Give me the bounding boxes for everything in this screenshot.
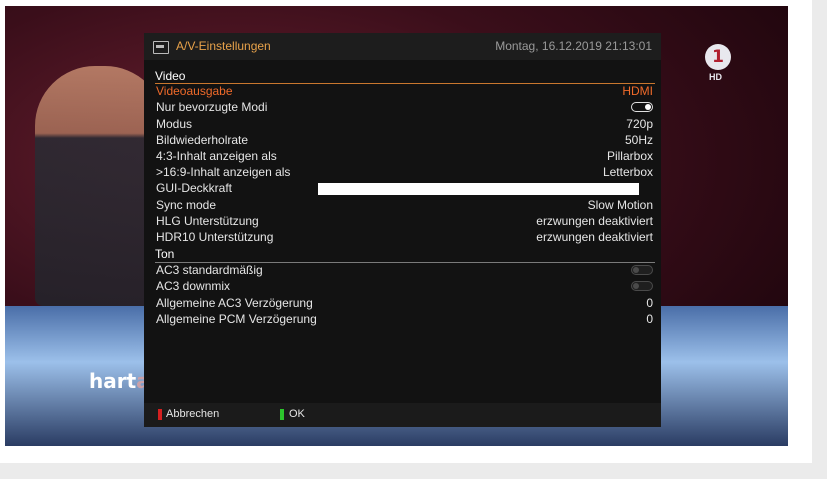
toggle-switch-on[interactable] [631,102,653,112]
row-value: Slow Motion [587,198,653,212]
toggle-knob [645,104,651,110]
row-ac3-downmix[interactable]: AC3 downmix [155,279,655,295]
row-hdr10-unterstuetzung[interactable]: HDR10 Unterstützung erzwungen deaktivier… [155,230,655,246]
row-pcm-verzoegerung[interactable]: Allgemeine PCM Verzögerung 0 [155,312,655,328]
row-value: 50Hz [624,133,653,147]
row-value: Letterbox [602,165,653,179]
show-logo: harta [89,369,150,393]
opacity-slider-fill [318,183,639,195]
toggle-knob [633,283,639,289]
row-16-9-inhalt[interactable]: >16:9-Inhalt anzeigen als Letterbox [155,165,655,181]
row-nur-bevorzugte-modi[interactable]: Nur bevorzugte Modi [155,100,655,116]
row-label: HDR10 Unterstützung [156,230,274,244]
row-label: Modus [156,117,193,131]
row-value: erzwungen deaktiviert [536,230,653,244]
row-value: 0 [646,296,653,310]
row-value: erzwungen deaktiviert [536,214,653,228]
section-ton: Ton [155,247,175,261]
toggle-switch-off[interactable] [631,265,653,275]
row-label: 4:3-Inhalt anzeigen als [156,149,277,163]
channel-logo-icon: 1 [705,44,731,70]
row-label: HLG Unterstützung [156,214,259,228]
row-modus[interactable]: Modus 720p [155,117,655,133]
toggle-switch-off[interactable] [631,281,653,291]
row-gui-deckkraft[interactable]: GUI-Deckkraft [155,181,655,197]
row-value: HDMI [622,84,653,98]
channel-hd-badge: HD [709,72,722,82]
panel-header: A/V-Einstellungen Montag, 16.12.2019 21:… [144,33,661,60]
cancel-button[interactable]: Abbrechen [166,408,219,420]
row-4-3-inhalt[interactable]: 4:3-Inhalt anzeigen als Pillarbox [155,149,655,165]
settings-menu-icon [153,41,169,54]
ok-button[interactable]: OK [289,408,305,420]
page-title: A/V-Einstellungen [176,39,271,53]
row-label: Nur bevorzugte Modi [156,100,268,114]
red-key-icon [158,409,162,420]
row-label: GUI-Deckkraft [156,181,233,195]
row-label: Sync mode [156,198,217,212]
toggle-knob [633,267,639,273]
row-value: Pillarbox [606,149,653,163]
frame: harta 1 HD A/V-Einstellungen Montag, 16.… [0,0,812,463]
row-videoausgabe[interactable]: Videoausgabe HDMI [155,84,655,100]
row-hlg-unterstuetzung[interactable]: HLG Unterstützung erzwungen deaktiviert [155,214,655,230]
row-label: AC3 downmix [156,279,231,293]
opacity-slider[interactable] [318,183,639,195]
row-value: 0 [646,312,653,326]
panel-footer: Abbrechen OK [144,403,661,427]
green-key-icon [280,409,284,420]
show-logo-text: hart [89,369,137,393]
row-label: >16:9-Inhalt anzeigen als [156,165,291,179]
row-label: Allgemeine PCM Verzögerung [156,312,317,326]
datetime: Montag, 16.12.2019 21:13:01 [495,39,652,53]
row-label: Allgemeine AC3 Verzögerung [156,296,313,310]
row-label: Bildwiederholrate [156,133,249,147]
row-ac3-standardmaessig[interactable]: AC3 standardmäßig [155,263,655,279]
row-ac3-verzoegerung[interactable]: Allgemeine AC3 Verzögerung 0 [155,296,655,312]
row-sync-mode[interactable]: Sync mode Slow Motion [155,198,655,214]
row-label: Videoausgabe [156,84,233,98]
row-bildwiederholrate[interactable]: Bildwiederholrate 50Hz [155,133,655,149]
row-value: 720p [626,117,653,131]
settings-panel: A/V-Einstellungen Montag, 16.12.2019 21:… [144,33,661,427]
row-label: AC3 standardmäßig [156,263,263,277]
